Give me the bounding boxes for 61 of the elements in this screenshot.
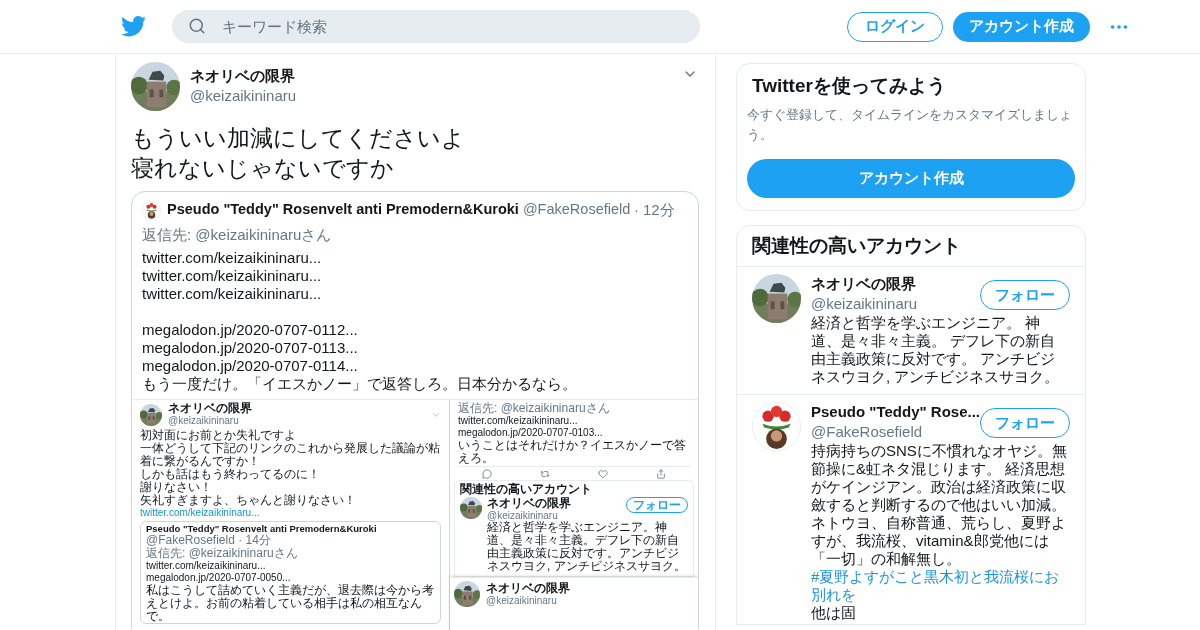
author-handle[interactable]: @keizaikininaru [190, 86, 297, 106]
quote-author-handle[interactable]: @FakeRosefield [522, 199, 631, 222]
tweet-text: 寝れないじゃないですか [131, 154, 395, 183]
quote-text: 私はこうして詰めていく主義だが、退去際は今から考えとけよ。お前の粘着している相手は私の相互なんで。 [146, 584, 435, 623]
quote-text: twitter.com/keizaikininaru... [142, 249, 323, 267]
author-name: ネオリベの限界 [486, 582, 570, 595]
screenshot-attachment[interactable] [132, 399, 698, 630]
signup-button[interactable]: アカウント作成 [953, 11, 1090, 42]
card-title: 関連性の高いアカウント [460, 482, 593, 496]
account-handle[interactable]: @FakeRosefield [811, 422, 980, 442]
bird-logo-icon[interactable] [121, 16, 146, 37]
quote-text: megalodon.jp/2020-0707-0050... [146, 572, 291, 584]
tweet-text: 矢礼すぎますよ、ちゃんと謝りなさい！ [140, 494, 357, 507]
author-name[interactable]: ネオリベの限界 [190, 66, 297, 86]
tweet-text: 初対面にお前とか失礼ですよ [140, 429, 297, 442]
quote-text: megalodon.jp/2020-0707-0112... [142, 321, 359, 339]
author-handle: @keizaikininaru [168, 415, 240, 427]
quote-text: twitter.com/keizaikininaru... [146, 560, 267, 572]
tweet-text: twitter.com/keizaikininaru... [458, 415, 579, 427]
tweet-text: いうことはそれだけか？イエスかノーで答えろ。 [458, 439, 687, 465]
account-name: ネオリベの限界 [487, 497, 571, 510]
tweet-link: twitter.com/keizaikininaru... [140, 507, 261, 519]
account-bio: 経済と哲学を学ぶエンジニア。 神道、是々非々主義。 デフレ下の新自由主義政策に反対です。 アンチビジネスウヨク, アンチビジネスサヨク。 [811, 314, 1061, 386]
quote-text: megalodon.jp/2020-0707-0114... [142, 357, 359, 375]
account-name[interactable]: ネオリベの限界 [811, 274, 918, 294]
search-icon [188, 17, 206, 35]
card-title: 関連性の高いアカウント [737, 226, 1085, 267]
tweet-text: 一体どうして下記のリンクのこれから発展した議論が粘着に繋がるんですか！ [140, 442, 441, 468]
tweet-text: しかも話はもう終わってるのに！ [140, 468, 321, 481]
signup-button[interactable]: アカウント作成 [747, 159, 1075, 198]
search-field[interactable]: キーワード検索 [172, 10, 700, 43]
account-bio: 持病持ちのSNSに不慣れなオヤジ。無節操に&虹ネタ混じります。 経済思想がケインジアン。政治は経済政策に収斂すると判断するので他はいい加減。ネトウヨ、自称普通、荒らし、夏野よすが、我流桜、vitamin&郎党他には「一切」の和解無し。 #夏野よすがこと黒木初と我流桜にお別れを 他は固 [811, 442, 1070, 622]
separator-dot: · [634, 200, 639, 220]
quote-text: もう一度だけ。「イエスかノー」で返答しろ。日本分かるなら。 [142, 375, 578, 393]
quote-author-name[interactable]: Pseudo "Teddy" Rosenvelt anti Premodern&Kuroki [167, 199, 519, 222]
account-handle: @keizaikininaru [487, 510, 559, 521]
hashtag-link[interactable]: #夏野よすがこと黒木初と我流桜にお別れを [811, 568, 1070, 604]
tweet-text: megalodon.jp/2020-0707-0103... [458, 427, 604, 439]
reply-icon [482, 468, 492, 479]
share-icon [656, 468, 666, 479]
card-description: 今すぐ登録して、タイムラインをカスタマイズしましょう。 [747, 106, 1073, 144]
like-icon [598, 468, 608, 479]
tweet-text: 謝りなさい！ [140, 481, 213, 494]
quoted-tweet-card[interactable] [131, 191, 699, 630]
quote-author-name: Pseudo "Teddy" Rosenvelt anti Premodern&Kuroki [146, 523, 378, 534]
tweet-text: もういい加減にしてくださいよ [131, 124, 466, 153]
quote-text: megalodon.jp/2020-0707-0113... [142, 339, 359, 357]
author-handle: @keizaikininaru [486, 595, 558, 607]
quote-meta: @FakeRosefield · 14分 [146, 534, 272, 547]
quote-text: twitter.com/keizaikininaru... [142, 267, 323, 285]
account-name[interactable]: Pseudo "Teddy" Rose... [811, 402, 980, 422]
account-handle[interactable]: @keizaikininaru [811, 294, 918, 314]
author-name: ネオリベの限界 [168, 402, 252, 415]
quote-text: twitter.com/keizaikininaru... [142, 285, 323, 303]
card-title: Twitterを使ってみよう [751, 74, 947, 98]
timestamp[interactable]: 12分 [642, 199, 675, 222]
account-bio: 経済と哲学を学ぶエンジニア。神道、是々非々主義。デフレ下の新自由主義政策に反対です。アンチビジネスウヨク, アンチビジネスサヨク。 [487, 521, 687, 573]
reply-to-text: 返信先: @keizaikininaruさん [458, 402, 611, 415]
retweet-icon [540, 468, 550, 479]
reply-to-text: 返信先: @keizaikininaruさん [146, 547, 299, 560]
reply-to-text: 返信先: @keizaikininaruさん [142, 224, 333, 245]
